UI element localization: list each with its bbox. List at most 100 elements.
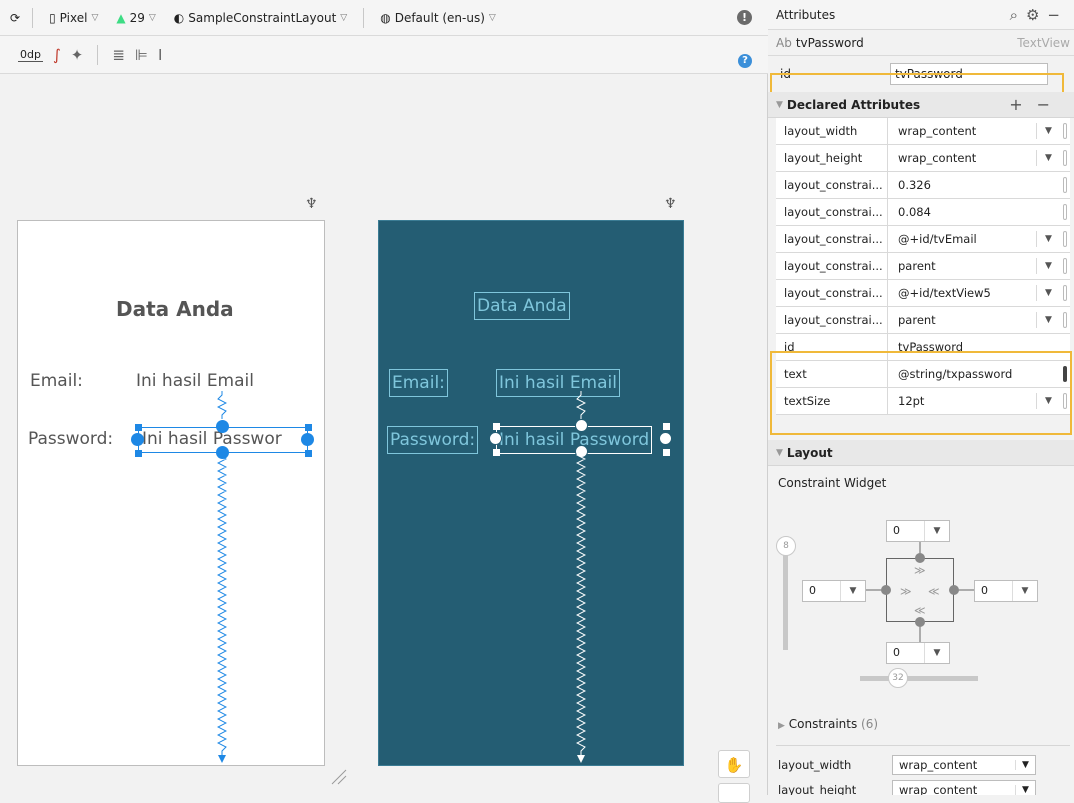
- resize-handle[interactable]: [493, 449, 500, 456]
- layout-width-input[interactable]: wrap_content ▼: [892, 755, 1036, 775]
- chevron-down-icon: ▽: [148, 12, 156, 23]
- api-level-dropdown[interactable]: ▲ 29 ▽: [110, 11, 161, 25]
- attributes-panel: Attributes ⌕⚙− Ab tvPassword TextView id…: [768, 0, 1074, 795]
- search-icon[interactable]: ⌕: [1010, 6, 1026, 24]
- constraint-widget: 8 32 ≫ ≫ ≪ ≪ 0 ▼ 0 ▼ 0 ▼ 0 ▼: [776, 510, 1066, 690]
- textview-icon: Ab: [776, 35, 792, 50]
- resize-handle[interactable]: [305, 424, 312, 431]
- margin-left-field[interactable]: 0 ▼: [802, 580, 866, 602]
- attr-row[interactable]: layout_constrai... parent ▼: [776, 307, 1070, 334]
- pin-icon[interactable]: ♆: [305, 196, 318, 212]
- bp-title-text[interactable]: Data Anda: [474, 292, 570, 320]
- chevron-down-icon: ▽: [340, 12, 348, 23]
- resize-handle[interactable]: [663, 423, 670, 430]
- svg-text:≪: ≪: [914, 604, 926, 617]
- dropdown-icon[interactable]: ▼: [1036, 312, 1060, 328]
- anchor-left[interactable]: [131, 433, 144, 446]
- margin-right-field[interactable]: 0 ▼: [974, 580, 1038, 602]
- chevron-down-icon: ▽: [488, 12, 496, 23]
- margin-top-field[interactable]: 0 ▼: [886, 520, 950, 542]
- help-icon[interactable]: ?: [738, 54, 752, 68]
- anchor-right[interactable]: [659, 432, 672, 445]
- attr-row[interactable]: layout_constrai... @+id/textView5 ▼: [776, 280, 1070, 307]
- svg-text:≪: ≪: [928, 585, 940, 598]
- guidelines-icon[interactable]: I: [158, 46, 162, 64]
- pack-icon[interactable]: ≣: [112, 46, 125, 64]
- layout-width-row: layout_width wrap_content ▼: [776, 752, 1070, 778]
- android-icon: ▲: [116, 10, 126, 25]
- resize-handle[interactable]: [663, 449, 670, 456]
- warning-icon[interactable]: !: [737, 10, 752, 25]
- blueprint-surface[interactable]: Data Anda Email: Ini hasil Email Passwor…: [378, 220, 684, 766]
- zoom-button[interactable]: [718, 783, 750, 803]
- triangle-down-icon: ▼: [776, 99, 783, 110]
- bp-email-label[interactable]: Email:: [389, 369, 448, 397]
- dropdown-icon[interactable]: ▼: [1036, 123, 1060, 139]
- constraint-spring: [576, 391, 586, 763]
- layout-editor: ⟳ ▯ Pixel ▽ ▲ 29 ▽ ◐ SampleConstraintLay…: [0, 0, 768, 803]
- add-icon[interactable]: +: [1009, 95, 1036, 114]
- layout-height-input[interactable]: wrap_content ▼: [892, 780, 1036, 795]
- password-label[interactable]: Password:: [28, 429, 113, 449]
- chevron-down-icon: ▽: [91, 12, 99, 23]
- theme-dropdown[interactable]: ◐ SampleConstraintLayout ▽: [168, 11, 353, 25]
- dropdown-icon[interactable]: ▼: [1036, 231, 1060, 247]
- constraint-widget-title: Constraint Widget: [778, 476, 887, 490]
- triangle-right-icon: ▶: [778, 721, 785, 731]
- dropdown-icon[interactable]: ▼: [925, 526, 949, 536]
- declared-attributes-header[interactable]: ▼ Declared Attributes +−: [768, 92, 1074, 118]
- attributes-title: Attributes: [776, 7, 836, 22]
- bp-password-label[interactable]: Password:: [387, 426, 479, 454]
- dropdown-icon[interactable]: ▼: [1036, 285, 1060, 301]
- resize-handle[interactable]: [493, 423, 500, 430]
- pan-hand-button[interactable]: ✋: [718, 750, 750, 778]
- attributes-header: Attributes ⌕⚙−: [768, 0, 1074, 30]
- minimize-icon[interactable]: −: [1047, 6, 1068, 24]
- email-label[interactable]: Email:: [30, 371, 83, 391]
- dropdown-icon[interactable]: ▼: [1036, 258, 1060, 274]
- dropdown-icon[interactable]: ▼: [1036, 150, 1060, 166]
- pin-icon[interactable]: ♆: [664, 196, 677, 212]
- anchor-right[interactable]: [301, 433, 314, 446]
- margin-bottom-field[interactable]: 0 ▼: [886, 642, 950, 664]
- text-attrs-highlight: [770, 351, 1072, 435]
- email-value[interactable]: Ini hasil Email: [136, 371, 254, 391]
- attr-row[interactable]: layout_constrai... 0.084: [776, 199, 1070, 226]
- resize-handle[interactable]: [305, 450, 312, 457]
- svg-text:≫: ≫: [914, 564, 926, 577]
- dropdown-icon[interactable]: ▼: [841, 586, 865, 596]
- align-icon[interactable]: ⊫: [135, 46, 148, 64]
- layout-height-row: layout_height wrap_content ▼: [776, 777, 1070, 795]
- device-dropdown[interactable]: ▯ Pixel ▽: [43, 11, 104, 25]
- constraints-section-header[interactable]: ▶ Constraints (6): [778, 717, 878, 731]
- orientation-dropdown[interactable]: ⟳: [8, 11, 22, 25]
- constraint-spring: [217, 391, 227, 763]
- clear-constraints-icon[interactable]: ∫: [53, 46, 61, 64]
- dropdown-icon[interactable]: ▼: [925, 648, 949, 658]
- locale-dropdown[interactable]: ◍ Default (en-us) ▽: [374, 11, 502, 25]
- attr-row[interactable]: layout_constrai... parent ▼: [776, 253, 1070, 280]
- anchor-left[interactable]: [489, 432, 502, 445]
- infer-constraints-icon[interactable]: ✦: [71, 46, 84, 64]
- bp-email-value[interactable]: Ini hasil Email: [496, 369, 620, 397]
- editor-toolbar: ⟳ ▯ Pixel ▽ ▲ 29 ▽ ◐ SampleConstraintLay…: [0, 0, 768, 36]
- dropdown-icon[interactable]: ▼: [1015, 785, 1035, 795]
- gear-icon[interactable]: ⚙: [1026, 6, 1047, 24]
- attr-row[interactable]: layout_constrai... @+id/tvEmail ▼: [776, 226, 1070, 253]
- dropdown-icon[interactable]: ▼: [1013, 586, 1037, 596]
- theme-icon: ◐: [173, 10, 185, 25]
- resize-corner-icon[interactable]: [330, 768, 348, 786]
- attr-row[interactable]: layout_constrai... 0.326: [776, 172, 1070, 199]
- design-surface[interactable]: Data Anda Email: Ini hasil Email Passwor…: [17, 220, 325, 766]
- default-margin-button[interactable]: 0dp: [18, 48, 43, 62]
- resize-handle[interactable]: [135, 450, 142, 457]
- attr-row[interactable]: layout_height wrap_content ▼: [776, 145, 1070, 172]
- layout-section-header[interactable]: ▼ Layout: [768, 440, 1074, 466]
- constraint-toolbar: 0dp ∫ ✦ ≣ ⊫ I: [0, 36, 768, 74]
- attr-row[interactable]: layout_width wrap_content ▼: [776, 118, 1070, 145]
- dropdown-icon[interactable]: ▼: [1015, 760, 1035, 770]
- title-text[interactable]: Data Anda: [116, 297, 234, 321]
- remove-icon[interactable]: −: [1037, 95, 1064, 114]
- resize-handle[interactable]: [135, 424, 142, 431]
- globe-icon: ◍: [380, 10, 391, 25]
